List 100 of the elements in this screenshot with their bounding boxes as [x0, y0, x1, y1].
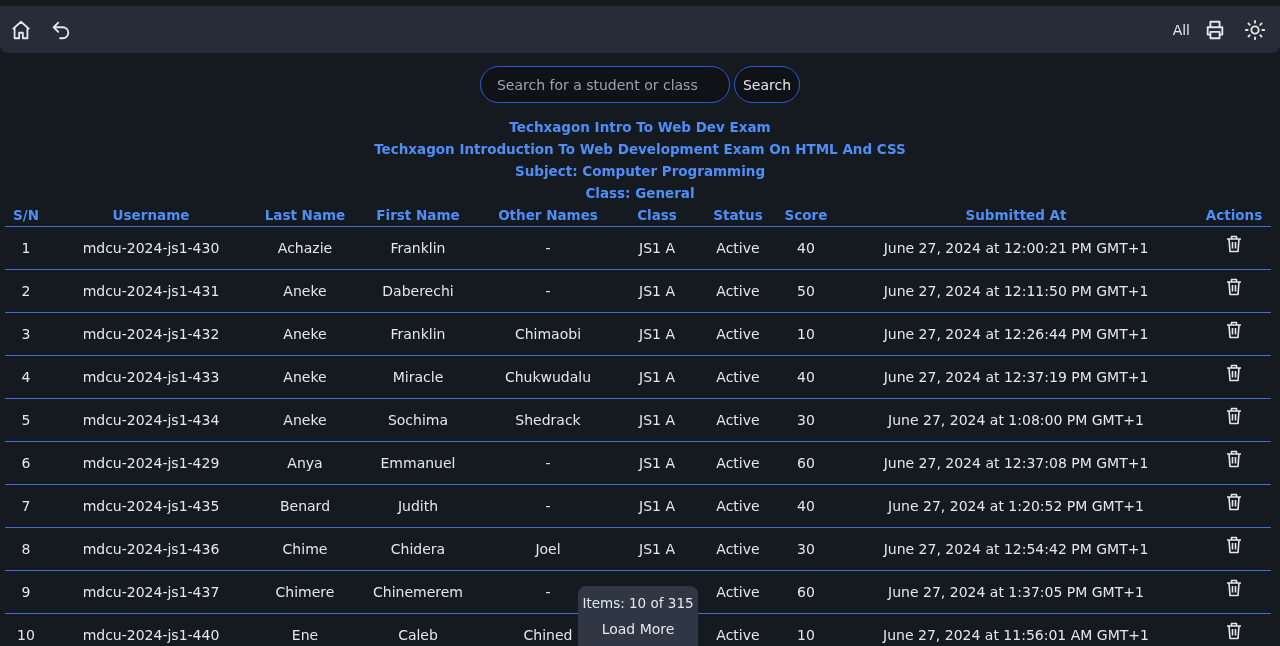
- exam-heading: Subject: Computer Programming: [513, 162, 767, 181]
- table-cell: June 27, 2024 at 12:00:21 PM GMT+1: [883, 240, 1149, 256]
- table-cell: Achazie: [277, 240, 333, 256]
- table-cell: 60: [797, 455, 815, 471]
- table-cell: June 27, 2024 at 12:37:08 PM GMT+1: [883, 455, 1149, 471]
- table-cell: Chukwudalu: [504, 369, 592, 385]
- table-cell: mdcu-2024-js1-434: [82, 412, 220, 428]
- table-cell: June 27, 2024 at 12:37:19 PM GMT+1: [883, 369, 1149, 385]
- table-cell: 2: [21, 283, 31, 299]
- trash-icon[interactable]: [1226, 450, 1242, 468]
- table-cell: Chinemerem: [373, 584, 463, 600]
- table-cell: mdcu-2024-js1-436: [82, 541, 220, 557]
- sun-icon[interactable]: [1244, 18, 1266, 41]
- table-cell: Aneke: [283, 369, 327, 385]
- table-cell: Active: [716, 584, 760, 600]
- column-header: First Name: [375, 207, 461, 223]
- load-more-button[interactable]: Load More: [601, 621, 675, 637]
- table-cell: Chime: [282, 541, 328, 557]
- search-field[interactable]: Search for a student or class: [479, 66, 730, 103]
- table-cell: June 27, 2024 at 1:37:05 PM GMT+1: [888, 584, 1144, 600]
- table-cell: 7: [21, 498, 31, 514]
- table-cell: Active: [716, 369, 760, 385]
- trash-icon[interactable]: [1226, 407, 1242, 425]
- home-icon[interactable]: [10, 18, 32, 41]
- table-cell: JS1 A: [639, 240, 675, 256]
- table-cell: Aneke: [283, 412, 327, 428]
- table-cell: Active: [716, 240, 760, 256]
- trash-icon[interactable]: [1226, 364, 1242, 382]
- table-cell: Aneke: [283, 326, 327, 342]
- table-cell: 5: [21, 412, 31, 428]
- trash-icon[interactable]: [1226, 622, 1242, 640]
- table-cell: 4: [21, 369, 31, 385]
- table-cell: JS1 A: [639, 455, 675, 471]
- exam-heading: Techxagon Intro To Web Dev Exam: [508, 118, 772, 137]
- table-cell: Chined: [523, 627, 573, 643]
- item-count: Items: 10 of 315: [582, 595, 694, 611]
- table-cell: June 27, 2024 at 1:08:00 PM GMT+1: [888, 412, 1144, 428]
- table-cell: 8: [21, 541, 31, 557]
- table-cell: June 27, 2024 at 12:26:44 PM GMT+1: [883, 326, 1149, 342]
- table-cell: Active: [716, 326, 760, 342]
- column-header: Class: [636, 207, 678, 223]
- table-cell: 40: [797, 240, 815, 256]
- table-cell: June 27, 2024 at 1:20:52 PM GMT+1: [888, 498, 1144, 514]
- table-cell: mdcu-2024-js1-432: [82, 326, 220, 342]
- table-cell: Judith: [397, 498, 439, 514]
- trash-icon[interactable]: [1226, 579, 1242, 597]
- table-cell: Chidera: [390, 541, 446, 557]
- table-cell: Ene: [291, 627, 319, 643]
- table-cell: mdcu-2024-js1-431: [82, 283, 220, 299]
- table-cell: mdcu-2024-js1-430: [82, 240, 220, 256]
- table-cell: 50: [797, 283, 815, 299]
- table-cell: JS1 A: [639, 369, 675, 385]
- table-cell: mdcu-2024-js1-429: [82, 455, 220, 471]
- table-cell: Active: [716, 498, 760, 514]
- table-cell: Franklin: [390, 240, 446, 256]
- table-cell: JS1 A: [639, 283, 675, 299]
- column-header: S/N: [12, 207, 40, 223]
- table-cell: Sochima: [387, 412, 449, 428]
- table-cell: -: [545, 584, 551, 600]
- table-cell: Shedrack: [515, 412, 581, 428]
- table-cell: JS1 A: [639, 412, 675, 428]
- table-cell: Active: [716, 627, 760, 643]
- table-cell: 6: [21, 455, 31, 471]
- table-cell: Chimere: [275, 584, 335, 600]
- table-cell: Active: [716, 283, 760, 299]
- column-header: Actions: [1204, 207, 1264, 223]
- table-cell: June 27, 2024 at 12:11:50 PM GMT+1: [883, 283, 1149, 299]
- table-cell: 60: [797, 584, 815, 600]
- print-icon[interactable]: [1204, 18, 1226, 41]
- table-cell: mdcu-2024-js1-433: [82, 369, 220, 385]
- trash-icon[interactable]: [1226, 536, 1242, 554]
- column-header: Status: [712, 207, 764, 223]
- column-header: Submitted At: [964, 207, 1068, 223]
- search-button[interactable]: Search: [733, 66, 801, 103]
- column-header: Score: [783, 207, 829, 223]
- table-cell: JS1 A: [639, 326, 675, 342]
- trash-icon[interactable]: [1226, 235, 1242, 253]
- table-cell: -: [545, 283, 551, 299]
- table-cell: JS1 A: [639, 498, 675, 514]
- table-cell: Caleb: [398, 627, 438, 643]
- table-cell: June 27, 2024 at 11:56:01 AM GMT+1: [883, 627, 1149, 643]
- trash-icon[interactable]: [1226, 493, 1242, 511]
- table-cell: 9: [21, 584, 31, 600]
- table-cell: 40: [797, 498, 815, 514]
- column-header: Username: [111, 207, 191, 223]
- table-cell: Anya: [287, 455, 323, 471]
- table-cell: Joel: [535, 541, 561, 557]
- table-cell: -: [545, 240, 551, 256]
- table-cell: Benard: [279, 498, 331, 514]
- table-cell: 1: [21, 240, 31, 256]
- table-cell: -: [545, 498, 551, 514]
- trash-icon[interactable]: [1226, 321, 1242, 339]
- filter-label[interactable]: All: [1172, 21, 1190, 38]
- trash-icon[interactable]: [1226, 278, 1242, 296]
- table-cell: Daberechi: [382, 283, 454, 299]
- table-cell: 10: [797, 326, 815, 342]
- exam-heading: Class: General: [584, 184, 696, 203]
- table-cell: Active: [716, 541, 760, 557]
- table-cell: mdcu-2024-js1-437: [82, 584, 220, 600]
- column-header: Other Names: [497, 207, 599, 223]
